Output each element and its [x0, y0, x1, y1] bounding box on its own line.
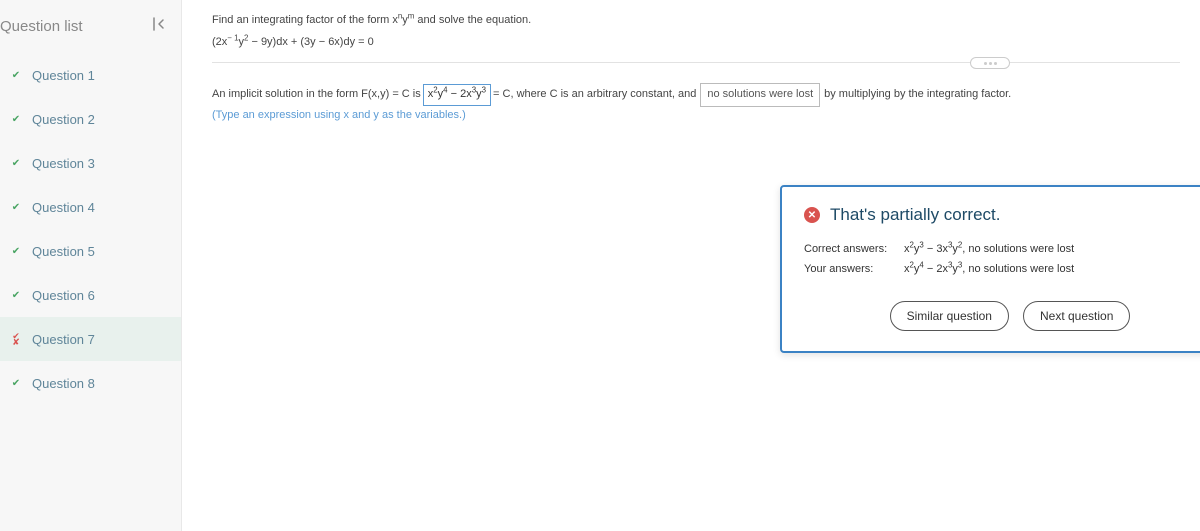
question-label: Question 3	[32, 156, 95, 171]
question-item-7[interactable]: ✔✘ Question 7	[0, 317, 181, 361]
collapse-icon[interactable]	[147, 12, 171, 41]
similar-question-button[interactable]: Similar question	[890, 301, 1009, 331]
solution-line: An implicit solution in the form F(x,y) …	[212, 83, 1180, 107]
check-icon: ✔	[8, 111, 24, 127]
question-list-sidebar: Question list ✔ Question 1 ✔ Question 2 ✔ Q…	[0, 0, 182, 531]
question-item-6[interactable]: ✔ Question 6	[0, 273, 181, 317]
question-item-5[interactable]: ✔ Question 5	[0, 229, 181, 273]
correct-answers-row: Correct answers: x2y3 − 3x3y2, no soluti…	[804, 243, 1200, 255]
problem-prompt: Find an integrating factor of the form x…	[212, 14, 1180, 26]
check-icon: ✔	[8, 375, 24, 391]
question-item-2[interactable]: ✔ Question 2	[0, 97, 181, 141]
more-icon[interactable]	[970, 57, 1010, 69]
next-question-button[interactable]: Next question	[1023, 301, 1130, 331]
sidebar-title: Question list	[0, 18, 83, 35]
question-label: Question 6	[32, 288, 95, 303]
type-hint: (Type an expression using x and y as the…	[212, 109, 1180, 121]
question-label: Question 2	[32, 112, 95, 127]
main-content: Find an integrating factor of the form x…	[182, 0, 1200, 531]
check-icon: ✔	[8, 67, 24, 83]
divider	[212, 62, 1180, 63]
feedback-modal: ✕ ✕ That's partially correct. Correct an…	[780, 185, 1200, 353]
check-icon: ✔	[8, 199, 24, 215]
question-label: Question 1	[32, 68, 95, 83]
question-label: Question 4	[32, 200, 95, 215]
error-icon: ✕	[804, 207, 820, 223]
solutions-lost-dropdown[interactable]: no solutions were lost	[700, 83, 820, 107]
check-icon: ✔	[8, 243, 24, 259]
question-label: Question 8	[32, 376, 95, 391]
problem-equation: (2x− 1y2 − 9y)dx + (3y − 6x)dy = 0	[212, 36, 1180, 48]
question-item-4[interactable]: ✔ Question 4	[0, 185, 181, 229]
question-item-1[interactable]: ✔ Question 1	[0, 53, 181, 97]
check-icon: ✔	[8, 287, 24, 303]
answer-input[interactable]: x2y4 − 2x3y3	[423, 84, 491, 106]
question-label: Question 7	[32, 332, 95, 347]
modal-title: ✕ That's partially correct.	[804, 205, 1200, 225]
partial-icon: ✔✘	[8, 331, 24, 347]
question-label: Question 5	[32, 244, 95, 259]
your-answers-row: Your answers: x2y4 − 2x3y3, no solutions…	[804, 263, 1200, 275]
question-item-8[interactable]: ✔ Question 8	[0, 361, 181, 405]
question-list: ✔ Question 1 ✔ Question 2 ✔ Question 3 ✔ Que…	[0, 53, 181, 405]
check-icon: ✔	[8, 155, 24, 171]
question-item-3[interactable]: ✔ Question 3	[0, 141, 181, 185]
